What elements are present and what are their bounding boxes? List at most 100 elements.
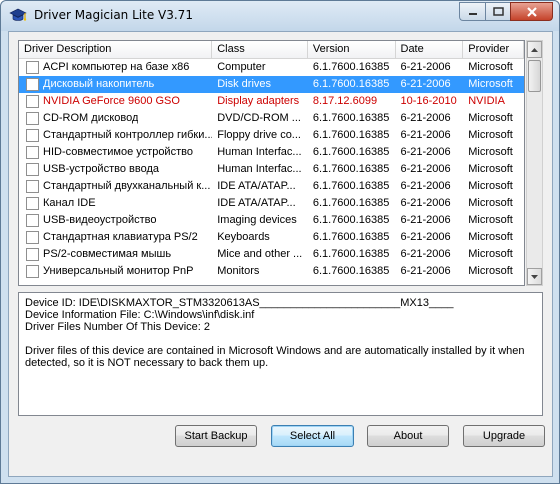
column-header-description[interactable]: Driver Description [19,41,213,59]
description-cell: HID-совместимое устройство [19,144,212,161]
client-area: Driver Description Class Version Date Pr… [8,31,553,477]
close-button[interactable] [510,2,553,21]
scroll-down-button[interactable] [527,268,542,285]
date-cell: 6-21-2006 [400,163,451,175]
list-rows: ACPI компьютер на базе x86 Computer 6.1.76… [19,59,524,280]
row-checkbox[interactable] [26,146,39,159]
table-row[interactable]: CD-ROM дисковод DVD/CD-ROM ... 6.1.7600.16… [19,110,524,127]
list-header: Driver Description Class Version Date Pr… [19,41,524,59]
version-cell: 6.1.7600.16385 [312,231,390,243]
class-cell: Display adapters [217,95,300,107]
driver-name: Стандартная клавиатура PS/2 [43,231,198,243]
device-info-panel: Device ID: IDE\DISKMAXTOR_STM3320613AS__… [18,292,543,416]
upgrade-button[interactable]: Upgrade [463,425,545,447]
row-checkbox[interactable] [26,129,39,142]
version-cell: 6.1.7600.16385 [312,78,390,90]
maximize-icon [492,7,504,16]
version-cell: 6.1.7600.16385 [312,163,390,175]
class-cell: Human Interfac... [217,146,302,158]
table-row[interactable]: USB-устройство ввода Human Interfac... 6.1… [19,161,524,178]
date-cell: 10-16-2010 [400,95,457,107]
date-cell: 6-21-2006 [400,78,451,90]
class-cell: Human Interfac... [217,163,302,175]
column-header-version[interactable]: Version [308,41,396,59]
info-file-text: Device Information File: C:\Windows\inf\… [25,309,255,321]
description-cell: PS/2-совместимая мышь [19,246,212,263]
row-checkbox[interactable] [26,163,39,176]
row-checkbox[interactable] [26,265,39,278]
row-checkbox[interactable] [26,112,39,125]
row-checkbox[interactable] [26,214,39,227]
class-cell: DVD/CD-ROM ... [217,112,301,124]
column-header-provider[interactable]: Provider [463,41,524,59]
driver-list[interactable]: Driver Description Class Version Date Pr… [18,40,525,286]
table-row[interactable]: Стандартная клавиатура PS/2 Keyboards 6.1.… [19,229,524,246]
row-checkbox[interactable] [26,231,39,244]
table-row[interactable]: Стандартный контроллер гибки... Floppy dr… [19,127,524,144]
description-cell: CD-ROM дисковод [19,110,212,127]
list-scrollbar[interactable] [526,40,543,286]
table-row[interactable]: ACPI компьютер на базе x86 Computer 6.1.76… [19,59,524,76]
version-cell: 6.1.7600.16385 [312,129,390,141]
row-checkbox[interactable] [26,78,39,91]
driver-name: Стандартный двухканальный к... [43,180,211,192]
provider-cell: Microsoft [468,197,513,209]
maximize-button[interactable] [485,2,510,21]
select-all-button[interactable]: Select All [271,425,354,447]
close-icon [526,6,537,17]
date-cell: 6-21-2006 [400,146,451,158]
provider-cell: NVIDIA [468,95,505,107]
date-cell: 6-21-2006 [400,61,451,73]
row-checkbox[interactable] [26,197,39,210]
table-row[interactable]: Универсальный монитор PnP Monitors 6.1.760… [19,263,524,280]
driver-name: NVIDIA GeForce 9600 GSO [43,95,180,107]
date-cell: 6-21-2006 [400,214,451,226]
table-row[interactable]: NVIDIA GeForce 9600 GSO Display adapters 8… [19,93,524,110]
table-row[interactable]: PS/2-совместимая мышь Mice and other ... 6… [19,246,524,263]
row-checkbox[interactable] [26,180,39,193]
table-row[interactable]: Канал IDE IDE ATA/ATAP... 6.1.7600.16385 6-… [19,195,524,212]
provider-cell: Microsoft [468,112,513,124]
version-cell: 6.1.7600.16385 [312,197,390,209]
driver-name: PS/2-совместимая мышь [43,248,172,260]
date-cell: 6-21-2006 [400,265,451,277]
table-row[interactable]: Дисковый накопитель Disk drives 6.1.7600.1… [19,76,524,93]
title-bar[interactable]: Driver Magician Lite V3.71 [1,1,559,31]
description-cell: ACPI компьютер на базе x86 [19,59,212,76]
description-cell: NVIDIA GeForce 9600 GSO [19,93,212,110]
provider-cell: Microsoft [468,265,513,277]
start-backup-button[interactable]: Start Backup [175,425,257,447]
table-row[interactable]: Стандартный двухканальный к... IDE ATA/AT… [19,178,524,195]
minimize-button[interactable] [459,2,485,21]
provider-cell: Microsoft [468,61,513,73]
description-cell: Стандартная клавиатура PS/2 [19,229,212,246]
class-cell: IDE ATA/ATAP... [217,180,296,192]
provider-cell: Microsoft [468,146,513,158]
about-button[interactable]: About [367,425,449,447]
provider-cell: Microsoft [468,248,513,260]
version-cell: 6.1.7600.16385 [312,180,390,192]
description-cell: USB-устройство ввода [19,161,212,178]
minimize-icon [468,12,477,15]
row-checkbox[interactable] [26,61,39,74]
backup-note-text: Driver files of this device are containe… [25,345,525,369]
scroll-thumb[interactable] [528,60,541,92]
row-checkbox[interactable] [26,95,39,108]
column-header-date[interactable]: Date [396,41,464,59]
version-cell: 6.1.7600.16385 [312,112,390,124]
column-header-class[interactable]: Class [212,41,308,59]
row-checkbox[interactable] [26,248,39,261]
class-cell: Floppy drive co... [217,129,301,141]
description-cell: USB-видеоустройство [19,212,212,229]
provider-cell: Microsoft [468,214,513,226]
scroll-up-button[interactable] [527,41,542,58]
driver-name: USB-видеоустройство [43,214,157,226]
date-cell: 6-21-2006 [400,231,451,243]
date-cell: 6-21-2006 [400,197,451,209]
driver-name: CD-ROM дисковод [43,112,139,124]
description-cell: Дисковый накопитель [19,76,212,93]
table-row[interactable]: USB-видеоустройство Imaging devices 6.1.76… [19,212,524,229]
table-row[interactable]: HID-совместимое устройство Human Interfac… [19,144,524,161]
window-title: Driver Magician Lite V3.71 [34,8,193,22]
